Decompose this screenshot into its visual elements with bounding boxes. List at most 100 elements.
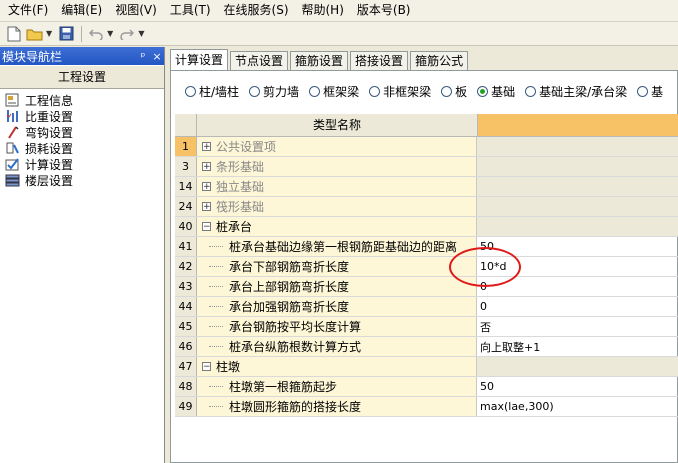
- nav-item-calc-settings[interactable]: 计算设置: [0, 156, 164, 172]
- menu-view[interactable]: 视图(V): [107, 0, 162, 21]
- tree-line: [209, 306, 223, 307]
- table-row[interactable]: 46 桩承台纵筋根数计算方式 向上取整+1: [175, 337, 678, 357]
- row-number: 46: [175, 337, 197, 356]
- menu-version[interactable]: 版本号(B): [349, 0, 416, 21]
- redo-icon[interactable]: [117, 24, 137, 44]
- table-row[interactable]: 14 + 独立基础: [175, 177, 678, 197]
- expand-icon[interactable]: +: [202, 162, 211, 172]
- row-value-cell: [477, 177, 678, 196]
- radio-column[interactable]: 柱/墙柱: [185, 83, 239, 100]
- row-number: 42: [175, 257, 197, 276]
- row-number: 45: [175, 317, 197, 336]
- menu-file[interactable]: 文件(F): [0, 0, 53, 21]
- project-settings-header[interactable]: 工程设置: [0, 65, 164, 89]
- tree-line: [209, 286, 223, 287]
- radio-circle: [637, 86, 649, 97]
- table-row[interactable]: 43 承台上部钢筋弯折长度 0: [175, 277, 678, 297]
- close-icon[interactable]: ×: [150, 50, 164, 63]
- tab-stirrup-settings[interactable]: 箍筋设置: [290, 51, 349, 70]
- nav-item-hook-settings[interactable]: 弯钩设置: [0, 124, 164, 140]
- type-name-header: 类型名称: [197, 114, 478, 136]
- open-folder-icon[interactable]: [25, 24, 45, 44]
- radio-foundation-more[interactable]: 基: [637, 83, 663, 100]
- tab-calc-settings[interactable]: 计算设置: [170, 49, 229, 70]
- nav-list: 工程信息 比重设置 弯钩设置 损耗设置 计算设置 楼层设置: [0, 89, 164, 188]
- table-row[interactable]: 41 桩承台基础边缘第一根钢筋距基础边的距离 50: [175, 237, 678, 257]
- tab-lap-settings[interactable]: 搭接设置: [350, 51, 409, 70]
- tree-line: [209, 326, 223, 327]
- radio-label: 基础: [491, 85, 516, 99]
- highlight-circle: [449, 247, 521, 287]
- row-label: 柱墩圆形箍筋的搭接长度: [229, 400, 362, 414]
- row-number: 41: [175, 237, 197, 256]
- row-name-cell: 承台加强钢筋弯折长度: [197, 297, 477, 316]
- table-row[interactable]: 48 柱墩第一根箍筋起步 50: [175, 377, 678, 397]
- table-row[interactable]: 1 + 公共设置项: [175, 137, 678, 157]
- radio-circle-checked: [477, 86, 489, 97]
- row-number: 43: [175, 277, 197, 296]
- collapse-icon[interactable]: −: [202, 222, 211, 232]
- table-row[interactable]: 47− 柱墩: [175, 357, 678, 377]
- row-number: 44: [175, 297, 197, 316]
- menu-help[interactable]: 帮助(H): [294, 0, 349, 21]
- radio-foundation[interactable]: 基础: [477, 83, 515, 100]
- expand-icon[interactable]: +: [202, 182, 211, 192]
- menu-tools[interactable]: 工具(T): [162, 0, 216, 21]
- row-name-cell: − 柱墩: [197, 357, 477, 376]
- row-value-cell[interactable]: max(lae,300): [477, 397, 678, 416]
- row-name-cell: + 筏形基础: [197, 197, 477, 216]
- nav-item-project-info[interactable]: 工程信息: [0, 92, 164, 108]
- undo-icon[interactable]: [86, 24, 106, 44]
- table-row[interactable]: 40− 桩承台: [175, 217, 678, 237]
- settings-tabs: 计算设置 节点设置 箍筋设置 搭接设置 箍筋公式: [170, 49, 470, 71]
- row-label: 柱墩: [216, 360, 241, 374]
- table-row[interactable]: 49 柱墩圆形箍筋的搭接长度 max(lae,300): [175, 397, 678, 417]
- nav-item-loss-settings[interactable]: 损耗设置: [0, 140, 164, 156]
- radio-circle: [249, 86, 261, 97]
- radio-shear-wall[interactable]: 剪力墙: [249, 83, 299, 100]
- radio-circle: [369, 86, 381, 97]
- radio-non-frame-beam[interactable]: 非框架梁: [369, 83, 431, 100]
- row-label: 筏形基础: [216, 200, 265, 214]
- save-icon[interactable]: [56, 24, 76, 44]
- row-number: 24: [175, 197, 197, 216]
- component-type-radios: 柱/墙柱 剪力墙 框架梁 非框架梁 板 基础 基础主梁/承台梁 基: [185, 83, 673, 100]
- collapse-icon[interactable]: −: [202, 362, 211, 372]
- undo-dropdown-icon[interactable]: ▼: [107, 29, 113, 38]
- expand-icon[interactable]: +: [202, 142, 211, 152]
- row-value-cell[interactable]: 50: [477, 377, 678, 396]
- panel-title-bar: 模块导航栏 ᵖ ×: [0, 47, 164, 65]
- new-file-icon[interactable]: [4, 24, 24, 44]
- row-value-cell[interactable]: 0: [477, 297, 678, 316]
- tab-node-settings[interactable]: 节点设置: [230, 51, 289, 70]
- panel-title: 模块导航栏: [2, 49, 63, 64]
- radio-frame-beam[interactable]: 框架梁: [309, 83, 359, 100]
- expand-icon[interactable]: +: [202, 202, 211, 212]
- menu-online-service[interactable]: 在线服务(S): [216, 0, 294, 21]
- table-row[interactable]: 3 + 条形基础: [175, 157, 678, 177]
- table-row[interactable]: 44 承台加强钢筋弯折长度 0: [175, 297, 678, 317]
- pin-icon[interactable]: ᵖ: [136, 50, 150, 63]
- nav-label: 楼层设置: [25, 173, 74, 188]
- row-number: 3: [175, 157, 197, 176]
- nav-label: 损耗设置: [25, 141, 74, 156]
- tab-stirrup-formula[interactable]: 箍筋公式: [410, 51, 469, 70]
- row-number-header: [175, 114, 197, 136]
- menu-edit[interactable]: 编辑(E): [53, 0, 107, 21]
- nav-item-floor-settings[interactable]: 楼层设置: [0, 172, 164, 188]
- table-row[interactable]: 24 + 筏形基础: [175, 197, 678, 217]
- row-label: 柱墩第一根箍筋起步: [229, 380, 338, 394]
- value-header: [478, 114, 678, 136]
- row-number: 40: [175, 217, 197, 236]
- row-value-cell[interactable]: 向上取整+1: [477, 337, 678, 356]
- redo-dropdown-icon[interactable]: ▼: [138, 29, 144, 38]
- row-value-cell: [477, 137, 678, 156]
- table-row[interactable]: 42 承台下部钢筋弯折长度 10*d: [175, 257, 678, 277]
- table-row[interactable]: 45 承台钢筋按平均长度计算 否: [175, 317, 678, 337]
- radio-foundation-main-beam[interactable]: 基础主梁/承台梁: [525, 83, 627, 100]
- radio-slab[interactable]: 板: [441, 83, 467, 100]
- tree-line: [209, 346, 223, 347]
- open-dropdown-icon[interactable]: ▼: [46, 29, 52, 38]
- row-value-cell[interactable]: 否: [477, 317, 678, 336]
- nav-item-weight-settings[interactable]: 比重设置: [0, 108, 164, 124]
